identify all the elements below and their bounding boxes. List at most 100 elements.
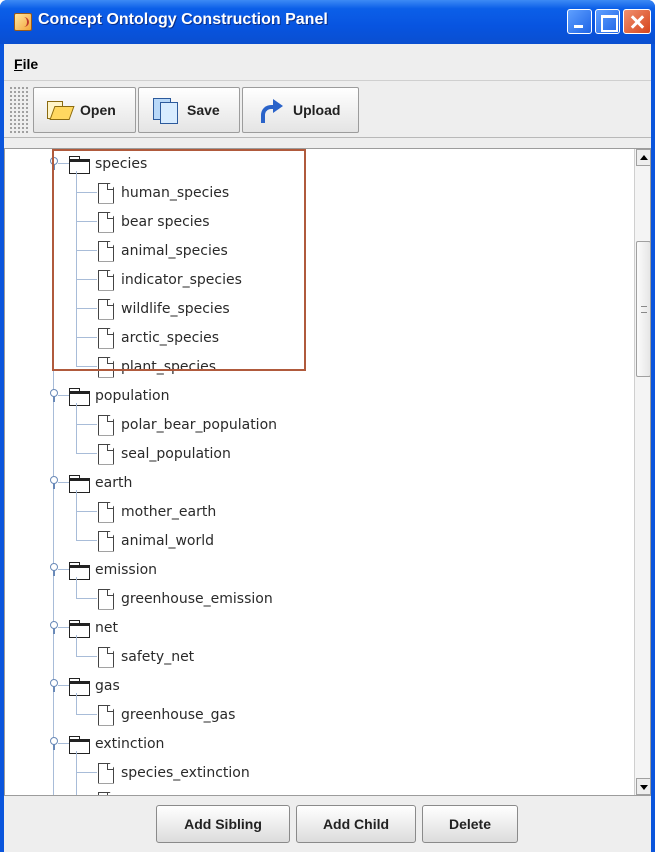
folder-icon [69, 562, 90, 580]
document-icon [97, 298, 114, 319]
tree-node-extinction[interactable]: extinction [69, 729, 164, 758]
tree-leaf[interactable]: species_extinction [97, 758, 250, 787]
tree-node-species[interactable]: species [69, 149, 147, 178]
tree-leaf[interactable]: mass_extinction [97, 787, 234, 796]
tree-connector [76, 714, 97, 715]
expand-toggle-icon[interactable] [50, 389, 58, 402]
tree-node-label: net [95, 619, 118, 636]
tree-connector [76, 279, 97, 280]
menu-bar: File [4, 44, 651, 81]
folder-open-icon [46, 99, 72, 121]
tree-leaf-label: bear species [121, 213, 210, 230]
tree-node-label: emission [95, 561, 158, 578]
folder-icon [69, 156, 90, 174]
tree-leaf-label: arctic_species [121, 329, 220, 346]
tree-leaf-label: animal_species [121, 242, 228, 259]
tree-node-label: population [95, 387, 170, 404]
tree-leaf-label: indicator_species [121, 271, 242, 288]
document-icon [97, 646, 114, 667]
folder-icon [69, 736, 90, 754]
document-icon [97, 530, 114, 551]
maximize-button[interactable] [595, 9, 620, 34]
document-icon [97, 356, 114, 377]
tree-connector [76, 656, 97, 657]
tree-node-emission[interactable]: emission [69, 555, 157, 584]
document-icon [97, 182, 114, 203]
tree-leaf[interactable]: mother_earth [97, 497, 216, 526]
tree-leaf-label: mother_earth [121, 503, 217, 520]
tree-leaf[interactable]: indicator_species [97, 265, 242, 294]
toolbar: Open Save Upload [4, 82, 651, 138]
tree-leaf[interactable]: animal_species [97, 236, 228, 265]
tree-leaf-label: animal_world [121, 532, 214, 549]
window-title: Concept Ontology Construction Panel [38, 11, 328, 28]
client-area: File Open Save Upload species human_speci… [4, 44, 651, 852]
tree-connector [76, 171, 77, 366]
tree-connector [76, 366, 97, 367]
tree-connector [76, 751, 77, 795]
document-icon [97, 240, 114, 261]
tree-leaf[interactable]: human_species [97, 178, 229, 207]
tree-leaf-label: plant_species [121, 358, 217, 375]
menu-file[interactable]: File [14, 56, 38, 72]
tree-leaf-label: wildlife_species [121, 300, 230, 317]
tree-leaf-label: mass_extinction [121, 794, 234, 796]
scroll-down-arrow-icon[interactable] [636, 778, 650, 795]
expand-toggle-icon[interactable] [50, 476, 58, 489]
tree-connector [58, 743, 69, 744]
tree-leaf-label: seal_population [121, 445, 231, 462]
minimize-button[interactable] [567, 9, 592, 34]
ontology-tree[interactable]: species human_speciesbear species animal_s… [5, 149, 632, 795]
tree-connector [76, 308, 97, 309]
expand-toggle-icon[interactable] [50, 679, 58, 692]
document-icon [97, 414, 114, 435]
tree-leaf[interactable]: safety_net [97, 642, 194, 671]
tree-leaf[interactable]: plant_species [97, 352, 216, 381]
tree-node-earth[interactable]: earth [69, 468, 132, 497]
tree-leaf[interactable]: seal_population [97, 439, 231, 468]
tree-leaf-label: greenhouse_emission [121, 590, 273, 607]
tree-leaf[interactable]: wildlife_species [97, 294, 230, 323]
expand-toggle-icon[interactable] [50, 157, 58, 170]
tree-connector [76, 453, 97, 454]
tree-leaf-label: polar_bear_population [121, 416, 278, 433]
tree-connector [58, 395, 69, 396]
close-button[interactable] [623, 9, 651, 34]
tree-leaf[interactable]: arctic_species [97, 323, 219, 352]
scroll-up-arrow-icon[interactable] [636, 149, 650, 166]
vertical-scrollbar[interactable] [634, 149, 650, 795]
expand-toggle-icon[interactable] [50, 621, 58, 634]
tree-leaf[interactable]: bear species [97, 207, 210, 236]
folder-icon [69, 620, 90, 638]
tree-connector [58, 569, 69, 570]
add-child-button[interactable]: Add Child [296, 805, 416, 843]
tree-leaf[interactable]: polar_bear_population [97, 410, 277, 439]
tree-node-population[interactable]: population [69, 381, 170, 410]
folder-icon [69, 475, 90, 493]
tree-leaf-label: human_species [121, 184, 230, 201]
folder-icon [69, 388, 90, 406]
toolbar-grip[interactable] [9, 86, 29, 134]
save-button[interactable]: Save [138, 87, 240, 133]
scroll-thumb[interactable] [636, 241, 650, 377]
title-bar[interactable]: Concept Ontology Construction Panel [0, 0, 655, 44]
tree-connector [76, 221, 97, 222]
tree-connector [76, 250, 97, 251]
tree-leaf[interactable]: greenhouse_gas [97, 700, 235, 729]
tree-node-label: earth [95, 474, 133, 491]
tree-connector [76, 598, 97, 599]
delete-button[interactable]: Delete [422, 805, 518, 843]
tree-connector [76, 693, 77, 714]
tree-leaf[interactable]: animal_world [97, 526, 214, 555]
expand-toggle-icon[interactable] [50, 737, 58, 750]
tree-connector [76, 511, 97, 512]
app-window: Concept Ontology Construction Panel File… [0, 0, 655, 852]
open-button-label: Open [80, 102, 116, 118]
open-button[interactable]: Open [33, 87, 136, 133]
expand-toggle-icon[interactable] [50, 563, 58, 576]
tree-leaf[interactable]: greenhouse_emission [97, 584, 273, 613]
upload-button-label: Upload [293, 102, 341, 118]
document-icon [97, 211, 114, 232]
add-sibling-button[interactable]: Add Sibling [156, 805, 290, 843]
upload-button[interactable]: Upload [242, 87, 359, 133]
